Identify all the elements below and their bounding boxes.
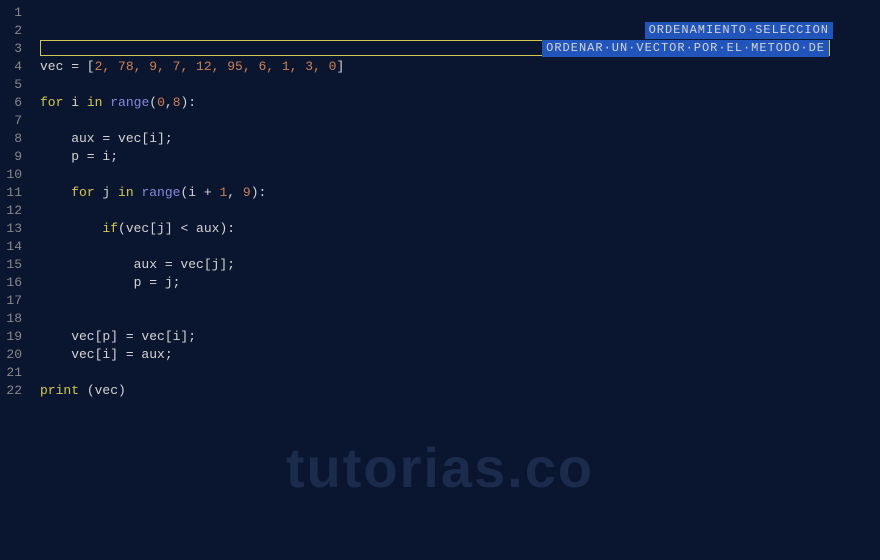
- line-number: 1: [0, 4, 22, 22]
- line-number: 14: [0, 238, 22, 256]
- code-line[interactable]: ORDENAMIENTO·SELECCION: [40, 22, 880, 40]
- line-number: 7: [0, 112, 22, 130]
- fold-region-marker: ORDENAR·UN·VECTOR·POR·EL·METODO·DE: [40, 40, 830, 56]
- code-line[interactable]: vec[p] = vec[i];: [40, 328, 880, 346]
- line-number: 4: [0, 58, 22, 76]
- line-number: 2: [0, 22, 22, 40]
- line-number: 22: [0, 382, 22, 400]
- code-line[interactable]: [40, 238, 880, 256]
- line-number: 8: [0, 130, 22, 148]
- line-number: 12: [0, 202, 22, 220]
- code-line[interactable]: p = j;: [40, 274, 880, 292]
- line-number: 9: [0, 148, 22, 166]
- line-number: 17: [0, 292, 22, 310]
- line-number: 3: [0, 40, 22, 58]
- code-line[interactable]: aux = vec[j];: [40, 256, 880, 274]
- code-line[interactable]: for j in range(i + 1, 9):: [40, 184, 880, 202]
- code-line[interactable]: if(vec[j] < aux):: [40, 220, 880, 238]
- line-number: 11: [0, 184, 22, 202]
- line-number: 15: [0, 256, 22, 274]
- code-line[interactable]: [40, 76, 880, 94]
- line-number: 21: [0, 364, 22, 382]
- code-area[interactable]: ORDENAR·UN·VECTOR·POR·EL·METODO·DE ORDEN…: [30, 0, 880, 560]
- line-number: 20: [0, 346, 22, 364]
- code-line[interactable]: vec[i] = aux;: [40, 346, 880, 364]
- line-number-gutter: 1 2 3 4 5 6 7 8 9 10 11 12 13 14 15 16 1…: [0, 0, 30, 560]
- code-line[interactable]: [40, 166, 880, 184]
- code-line[interactable]: aux = vec[i];: [40, 130, 880, 148]
- line-number: 16: [0, 274, 22, 292]
- code-line[interactable]: print (vec): [40, 382, 880, 400]
- code-line[interactable]: vec = [2, 78, 9, 7, 12, 95, 6, 1, 3, 0]: [40, 58, 880, 76]
- code-line[interactable]: [40, 292, 880, 310]
- code-line[interactable]: [40, 112, 880, 130]
- code-line[interactable]: [40, 202, 880, 220]
- line-number: 6: [0, 94, 22, 112]
- code-line[interactable]: [40, 310, 880, 328]
- code-line[interactable]: ORDENAR·UN·VECTOR·POR·EL·METODO·DE: [40, 4, 880, 22]
- code-line[interactable]: p = i;: [40, 148, 880, 166]
- line-number: 10: [0, 166, 22, 184]
- comment-text: ORDENAR·UN·VECTOR·POR·EL·METODO·DE: [542, 40, 829, 57]
- line-number: 13: [0, 220, 22, 238]
- code-editor[interactable]: 1 2 3 4 5 6 7 8 9 10 11 12 13 14 15 16 1…: [0, 0, 880, 560]
- line-number: 5: [0, 76, 22, 94]
- comment-text: ORDENAMIENTO·SELECCION: [645, 22, 833, 39]
- line-number: 18: [0, 310, 22, 328]
- line-number: 19: [0, 328, 22, 346]
- code-line[interactable]: [40, 364, 880, 382]
- code-line[interactable]: for i in range(0,8):: [40, 94, 880, 112]
